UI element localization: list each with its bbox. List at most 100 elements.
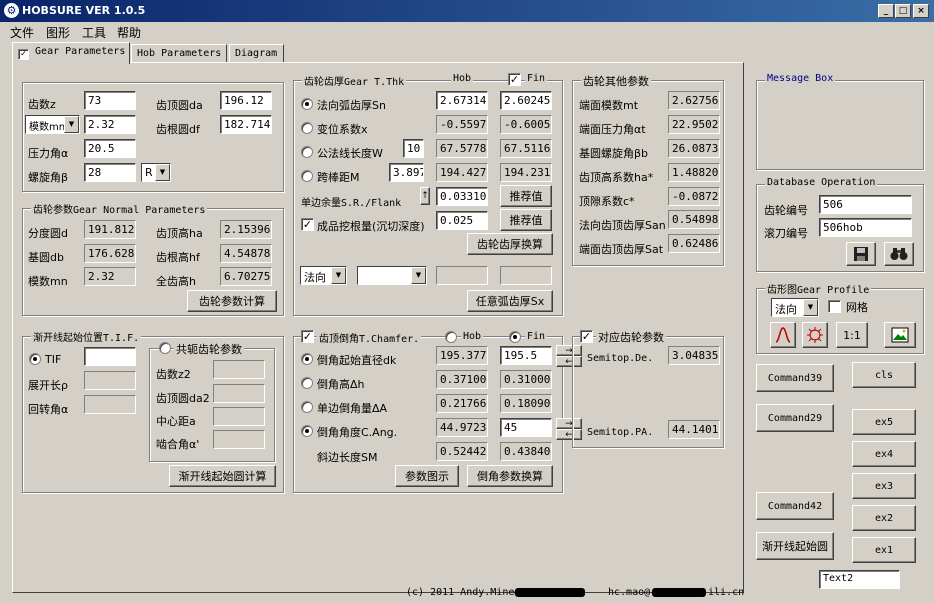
teeth-input[interactable]: 73: [84, 91, 136, 110]
window-title: HOBSURE VER 1.0.5: [22, 4, 146, 17]
tip-diameter-input[interactable]: 196.12: [220, 91, 272, 110]
dk-fin-input[interactable]: 195.5: [500, 346, 552, 365]
grid-checkbox[interactable]: [828, 300, 841, 313]
helix-angle-input[interactable]: 28: [84, 163, 136, 182]
dk-radio[interactable]: [301, 353, 313, 365]
text2-input[interactable]: Text2: [819, 570, 900, 589]
chamfer-hob-radio[interactable]: [445, 331, 457, 343]
command39-button[interactable]: Command39: [756, 364, 834, 392]
maximize-button[interactable]: □: [895, 4, 911, 18]
grind-recommend-button[interactable]: 推荐值: [500, 209, 552, 231]
tif-label: TIF: [45, 353, 62, 366]
ex3-button[interactable]: ex3: [852, 473, 916, 499]
ca-radio[interactable]: [301, 425, 313, 437]
gear-number-input[interactable]: 506: [819, 195, 912, 214]
tab-diagram[interactable]: Diagram: [229, 44, 284, 63]
thickness-calc-button[interactable]: 齿轮齿厚换算: [467, 233, 553, 255]
save-button[interactable]: [846, 242, 876, 266]
grind-input[interactable]: 0.025: [436, 211, 488, 230]
menu-graph[interactable]: 图形: [46, 24, 70, 41]
gear-params-calc-button[interactable]: 齿轮参数计算: [187, 290, 277, 312]
module-select[interactable]: 模数mn ▼: [25, 115, 80, 134]
addendum-value: 2.153968: [220, 220, 272, 239]
sx-type-select[interactable]: ▼: [357, 266, 427, 285]
w-span-input[interactable]: 10: [403, 139, 424, 158]
sx-hob-value: [436, 266, 488, 285]
module-input[interactable]: 2.32: [84, 115, 136, 134]
helix-angle-label: 螺旋角β: [28, 171, 69, 184]
da-radio[interactable]: [301, 401, 313, 413]
chamfer-checkbox[interactable]: ✓: [301, 330, 314, 343]
tif-input[interactable]: [84, 347, 136, 366]
dh-radio[interactable]: [301, 377, 313, 389]
grid-label: 网格: [846, 301, 868, 314]
sn-fin-input[interactable]: 2.60245: [500, 91, 552, 110]
command42-button[interactable]: Command42: [756, 492, 834, 520]
fin-checkbox[interactable]: ✓: [508, 73, 521, 86]
cls-button[interactable]: cls: [852, 362, 916, 388]
message-box: Message Box: [756, 73, 924, 170]
sn-hob-input[interactable]: 2.67314: [436, 91, 488, 110]
chamfer-fin-radio[interactable]: [509, 331, 521, 343]
tab-gear-parameters[interactable]: ✓ Gear Parameters: [12, 42, 130, 64]
grind-checkbox[interactable]: ✓: [301, 218, 314, 231]
semitop-pa-value: 44.14015: [668, 420, 720, 439]
tab-hob-parameters[interactable]: Hob Parameters: [131, 44, 227, 63]
sr-toggle-button[interactable]: ↑: [420, 187, 430, 205]
pitch-diameter-label: 分度圆d: [28, 227, 68, 240]
ex4-button[interactable]: ex4: [852, 441, 916, 467]
chamfer-calc-button[interactable]: 倒角参数换算: [467, 465, 553, 487]
tooth-profile-icon: [775, 327, 791, 343]
close-button[interactable]: ×: [913, 4, 929, 18]
sx-button[interactable]: 任意弧齿厚Sx: [467, 290, 553, 312]
pressure-angle-input[interactable]: 20.5: [84, 139, 136, 158]
pin-diameter-input[interactable]: 3.8970: [389, 163, 424, 182]
tif-calc-button[interactable]: 渐开线起始圆计算: [169, 465, 276, 487]
ca-fin-input[interactable]: 45: [500, 418, 552, 437]
sr-recommend-button[interactable]: 推荐值: [500, 185, 552, 207]
hand-select[interactable]: R ▼: [141, 163, 171, 182]
app-gear-icon: ⚙: [4, 3, 19, 18]
title-bar: ⚙ HOBSURE VER 1.0.5 _ □ ×: [0, 0, 934, 22]
search-button[interactable]: [884, 242, 914, 266]
menu-tools[interactable]: 工具: [82, 24, 106, 41]
ex5-button[interactable]: ex5: [852, 409, 916, 435]
picture-button[interactable]: [884, 322, 916, 348]
direction-select-value: 法向: [304, 271, 326, 284]
tif-radio[interactable]: [29, 353, 41, 365]
profile-direction-select[interactable]: 法向 ▼: [771, 298, 819, 317]
hob-number-input[interactable]: 506hob: [819, 218, 912, 237]
menu-file[interactable]: 文件: [10, 24, 34, 41]
conjugate-radio[interactable]: [159, 342, 171, 354]
x-hob-value: -0.55977: [436, 115, 488, 134]
profile-curve-button[interactable]: [770, 322, 796, 348]
dh-fin-value: 0.310000: [500, 370, 552, 389]
w-fin-value: 67.51164: [500, 139, 552, 158]
ex1-button[interactable]: ex1: [852, 537, 916, 563]
da-fin-value: 0.180901: [500, 394, 552, 413]
hob-number-label: 滚刀编号: [764, 227, 808, 240]
root-diameter-input[interactable]: 182.7145: [220, 115, 272, 134]
sr-input[interactable]: 0.033106: [436, 187, 488, 206]
minimize-button[interactable]: _: [878, 4, 894, 18]
m-radio[interactable]: [301, 170, 313, 182]
scale-button[interactable]: 1:1: [836, 322, 868, 348]
dedendum-label: 齿根高hf: [156, 251, 200, 264]
menu-help[interactable]: 帮助: [117, 24, 141, 41]
profile-gear-button[interactable]: [802, 322, 828, 348]
corresponding-checkbox[interactable]: ✓: [580, 330, 593, 343]
x-radio[interactable]: [301, 122, 313, 134]
sn-radio[interactable]: [301, 98, 313, 110]
tif-side-button[interactable]: 渐开线起始圆: [756, 532, 834, 560]
direction-select[interactable]: 法向 ▼: [300, 266, 347, 285]
ex2-button[interactable]: ex2: [852, 505, 916, 531]
w-hob-value: 67.57788: [436, 139, 488, 158]
mt-label: 端面模数mt: [579, 99, 639, 112]
chamfer-diagram-button[interactable]: 参数图示: [395, 465, 459, 487]
w-radio[interactable]: [301, 146, 313, 158]
center-distance-value: [213, 407, 265, 426]
normal-module-label: 模数mn: [28, 275, 68, 288]
command29-button[interactable]: Command29: [756, 404, 834, 432]
chevron-down-icon: ▼: [64, 116, 79, 133]
dh-label: 倒角高Δh: [317, 378, 365, 391]
